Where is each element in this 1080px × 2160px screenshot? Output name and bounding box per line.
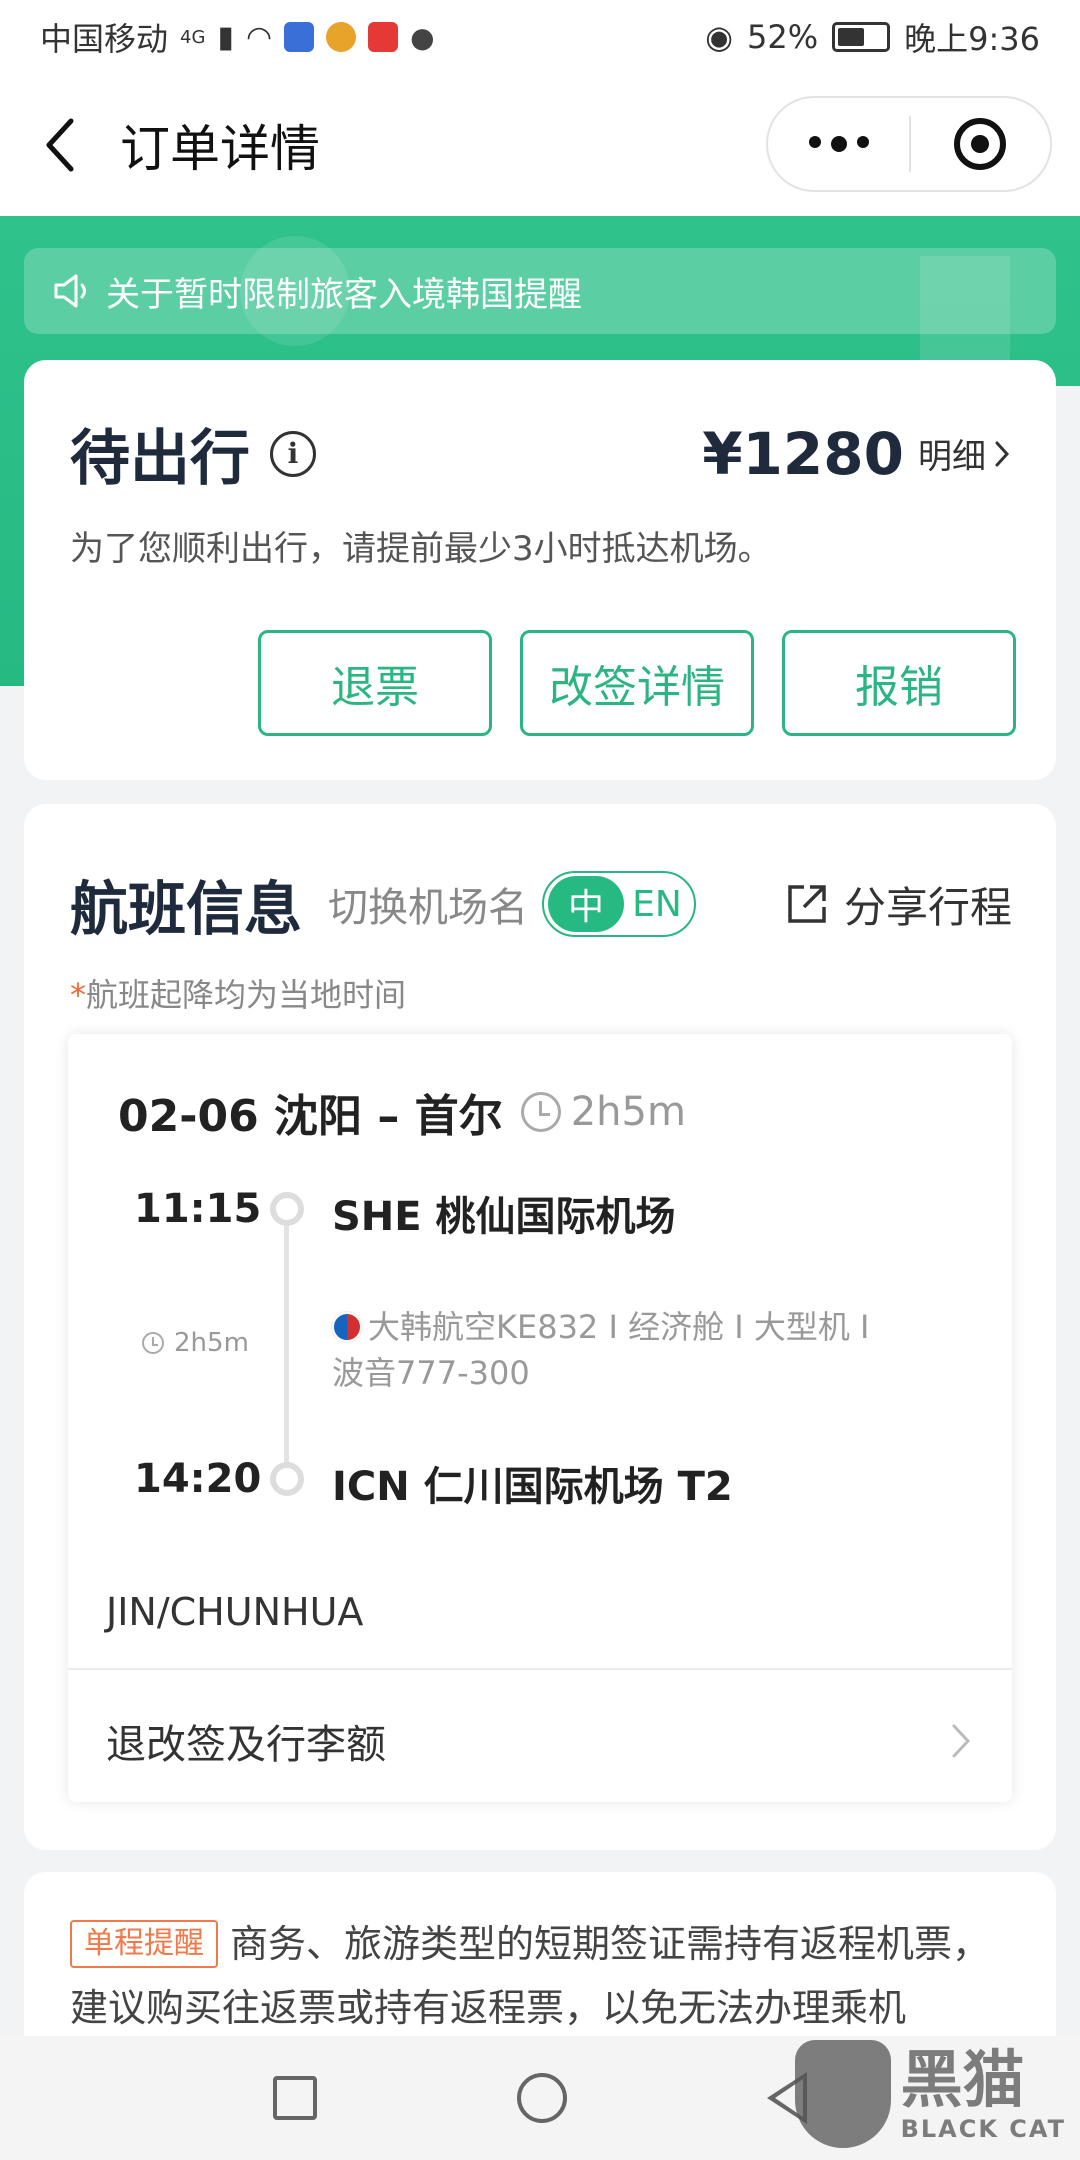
order-status: 待出行 xyxy=(70,424,250,494)
info-icon[interactable]: i xyxy=(270,430,316,477)
korean-air-logo-icon xyxy=(332,1312,362,1342)
airline-line1: 大韩航空KE832 I 经济舱 I 大型机 I xyxy=(368,1308,870,1346)
recent-apps-button[interactable] xyxy=(273,2076,317,2120)
refund-button[interactable]: 退票 xyxy=(258,630,492,736)
detail-label: 明细 xyxy=(918,437,986,477)
speaker-icon xyxy=(52,273,92,309)
clock-icon xyxy=(142,1332,164,1354)
route-header: 02-06 沈阳 – 首尔 2h5m xyxy=(118,1080,686,1144)
carrier-label: 中国移动 xyxy=(40,20,169,58)
entry-restriction-notice[interactable]: 关于暂时限制旅客入境韩国提醒 xyxy=(24,248,1056,334)
cat-logo-icon xyxy=(794,2040,891,2148)
wifi-icon: ◠ xyxy=(245,19,273,55)
segment-duration: 2h5m xyxy=(142,1328,249,1358)
back-button[interactable] xyxy=(0,74,120,216)
duration-text: 2h5m xyxy=(570,1089,686,1135)
share-itinerary-button[interactable]: 分享行程 xyxy=(784,874,1012,935)
arrival-time: 14:20 xyxy=(134,1456,262,1502)
nav-bar: 订单详情 xyxy=(0,74,1080,216)
battery-icon xyxy=(832,22,891,52)
tip-content: 单程提醒 商务、旅游类型的短期签证需持有返程机票，建议购买往返票或持有返程票，以免… xyxy=(70,1912,1010,2040)
chevron-right-icon xyxy=(952,1724,971,1758)
toutiao-icon xyxy=(368,22,399,52)
order-status-card: 待出行 i ¥1280 明细 为了您顺利出行，请提前最少3小时抵达机场。 退票 … xyxy=(24,360,1056,780)
signal-icon: ▮ xyxy=(217,19,234,55)
departure-node xyxy=(270,1192,304,1226)
battery-percent: 52% xyxy=(747,18,819,56)
message-icon: ● xyxy=(410,20,435,54)
page-title: 订单详情 xyxy=(120,120,320,178)
flight-segment: 02-06 沈阳 – 首尔 2h5m 11:15 SHE 桃仙国际机场 2h5m… xyxy=(68,1034,1012,1802)
target-icon xyxy=(954,118,1007,170)
watermark-cn: 黑猫 xyxy=(900,2043,1025,2116)
eye-icon: ◉ xyxy=(705,18,733,56)
local-time-note: *航班起降均为当地时间 xyxy=(70,970,1012,1016)
refund-change-baggage-row[interactable]: 退改签及行李额 xyxy=(106,1712,972,1770)
reimburse-button[interactable]: 报销 xyxy=(782,630,1016,736)
home-button[interactable] xyxy=(517,2073,567,2123)
network-type: 4G xyxy=(180,26,206,48)
switch-airport-name-label: 切换机场名 xyxy=(328,885,529,931)
change-details-button[interactable]: 改签详情 xyxy=(520,630,754,736)
note-text: 航班起降均为当地时间 xyxy=(86,976,407,1014)
price-detail-link[interactable]: 明细 xyxy=(918,429,1010,478)
toggle-option-chinese[interactable]: 中 xyxy=(548,876,625,932)
flight-info-card: 航班信息 切换机场名 中 EN 分享行程 *航班起降均为当地时间 02-06 沈… xyxy=(24,804,1056,1850)
arrival-reminder: 为了您顺利出行，请提前最少3小时抵达机场。 xyxy=(70,529,772,569)
share-label: 分享行程 xyxy=(843,882,1012,932)
one-way-badge: 单程提醒 xyxy=(70,1920,218,1968)
language-toggle[interactable]: 中 EN xyxy=(542,871,697,937)
airline-info: 大韩航空KE832 I 经济舱 I 大型机 I 波音777-300 xyxy=(332,1304,892,1396)
clock-time: 晚上9:36 xyxy=(904,20,1040,58)
arrival-node xyxy=(270,1462,304,1496)
divider xyxy=(68,1668,1012,1670)
flight-info-title: 航班信息 xyxy=(70,875,303,943)
share-icon xyxy=(788,885,826,923)
watermark-en: BLACK CAT xyxy=(900,2115,1066,2143)
app-notification-icon-2 xyxy=(326,22,357,52)
chevron-left-icon xyxy=(46,118,74,172)
airline-line2: 波音777-300 xyxy=(332,1354,530,1392)
close-mini-program-button[interactable] xyxy=(911,118,1050,170)
order-price: ¥1280 xyxy=(702,419,904,488)
baggage-label: 退改签及行李额 xyxy=(106,1722,386,1768)
mini-program-capsule xyxy=(766,96,1052,192)
app-notification-icon xyxy=(284,22,315,52)
departure-time: 11:15 xyxy=(134,1186,262,1232)
chevron-right-icon xyxy=(995,441,1010,466)
departure-airport: SHE 桃仙国际机场 xyxy=(332,1194,676,1240)
total-duration: 2h5m xyxy=(520,1089,686,1135)
toggle-option-english[interactable]: EN xyxy=(624,884,690,925)
note-asterisk: * xyxy=(70,976,86,1014)
black-cat-watermark: 黑猫 BLACK CAT xyxy=(794,2040,1066,2148)
segment-duration-text: 2h5m xyxy=(174,1328,249,1358)
timeline-line xyxy=(284,1224,289,1464)
arrival-airport: ICN 仁川国际机场 T2 xyxy=(332,1464,733,1510)
notice-text: 关于暂时限制旅客入境韩国提醒 xyxy=(106,274,582,315)
date-route: 02-06 沈阳 – 首尔 xyxy=(118,1091,503,1142)
more-button[interactable] xyxy=(768,136,909,152)
status-bar: 中国移动 4G ▮ ◠ ● ◉ 52% 晚上9:36 xyxy=(0,0,1080,74)
passenger-name: JIN/CHUNHUA xyxy=(106,1590,364,1634)
clock-icon xyxy=(520,1092,561,1132)
